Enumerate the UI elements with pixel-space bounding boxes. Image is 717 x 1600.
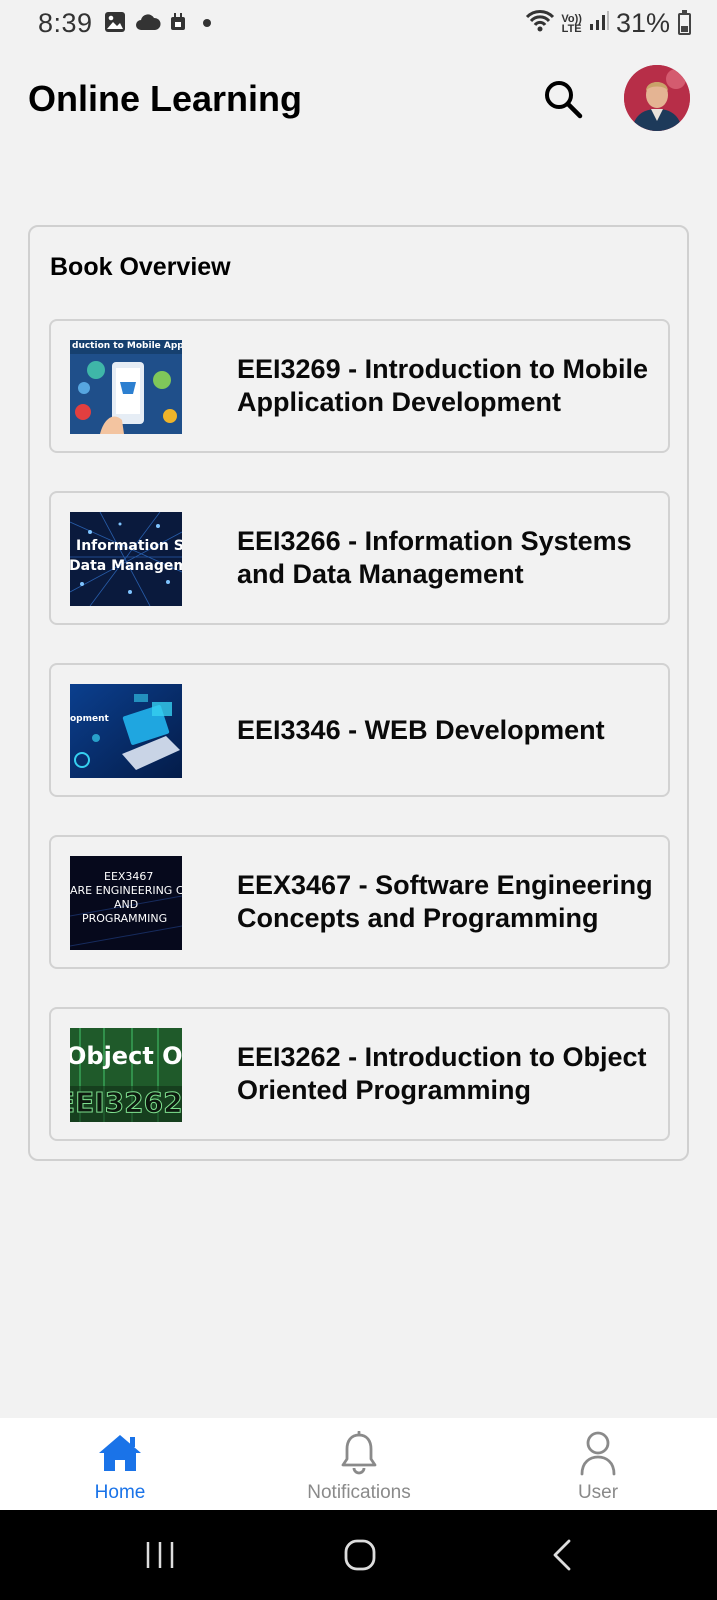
status-right-icons: Vo)) LTE 31% [525,8,691,39]
book-thumbnail: opment [70,684,182,778]
status-left-icons [104,11,215,38]
book-overview-card: Book Overview duction to Mobile App EEI3… [28,225,689,1161]
search-icon [545,81,583,119]
nav-label-notifications: Notifications [307,1482,411,1503]
wifi-icon [525,8,555,39]
battery-percent: 31% [615,8,670,38]
book-title: EEI3269 - Introduction to Mobile Applica… [237,354,649,417]
page-title: Online Learning [28,78,303,119]
signal-icon [588,10,610,37]
bell-icon [339,1430,379,1476]
thumbnail-text-line2: ARE ENGINEERING CO [70,884,182,897]
nav-item-notifications[interactable]: Notifications [269,1418,449,1510]
book-thumbnail: EEX3467 ARE ENGINEERING CO AND PROGRAMMI… [70,856,182,950]
nav-label-user: User [577,1482,619,1503]
system-home-button[interactable] [330,1535,390,1575]
home-icon [97,1430,143,1476]
volte-icon: Vo)) LTE [561,12,582,35]
thumbnail-text-line1: Information Sy [76,538,182,554]
status-bar: 8:39 Vo)) LTE 31% [0,0,717,48]
recents-icon [146,1542,174,1568]
book-overview-title: Book Overview [50,253,231,281]
volte-top-label: Vo)) [561,12,582,25]
cloud-icon [135,13,161,36]
nav-label-home: Home [94,1482,146,1503]
avatar[interactable] [624,65,690,131]
system-nav-bar [0,1510,717,1600]
status-time: 8:39 [38,8,93,38]
dot-icon [195,13,215,36]
recents-button[interactable] [130,1535,190,1575]
thumbnail-text-line2: EEI3262 [70,1086,182,1120]
nav-item-user[interactable]: User [508,1418,688,1510]
user-icon [578,1430,618,1476]
back-button[interactable] [532,1535,592,1575]
app-header: Online Learning [0,60,717,140]
image-icon [104,11,126,38]
thumbnail-text-line3: AND [114,898,139,911]
book-title: EEI3262 - Introduction to Object Oriente… [237,1042,647,1105]
back-icon [553,1539,571,1571]
nav-item-home[interactable]: Home [30,1418,210,1510]
thumbnail-text-line2: Data Manageme [70,558,182,574]
battery-icon [678,9,691,35]
volte-bottom-label: LTE [561,22,582,35]
book-list: duction to Mobile Applicati EEI3269 - In… [49,319,670,1179]
book-item-eei3266[interactable]: Information Sy Data Manageme EEI3266 - I… [49,491,670,625]
search-button[interactable] [540,76,586,122]
book-title: EEI3346 - WEB Development [237,714,605,745]
thumbnail-text: opment [70,714,109,724]
book-item-eex3467[interactable]: EEX3467 ARE ENGINEERING CO AND PROGRAMMI… [49,835,670,969]
book-thumbnail: duction to Mobile Applicati [70,340,182,434]
book-item-eei3346[interactable]: opment EEI3346 - WEB Development [49,663,670,797]
thumbnail-text-line1: EEX3467 [104,870,154,883]
thumbnail-text-line1: Object Or [70,1042,182,1070]
book-item-eei3269[interactable]: duction to Mobile Applicati EEI3269 - In… [49,319,670,453]
bottom-nav: Home Notifications User [0,1418,717,1510]
thumbnail-text-line4: PROGRAMMING [82,912,168,925]
book-title: EEI3266 - Information Systems and Data M… [237,526,632,589]
thumbnail-text: duction to Mobile Applicati [72,341,182,351]
home-circle-icon [344,1539,376,1571]
book-thumbnail: Object Or EEI3262 [70,1028,182,1122]
book-title: EEX3467 - Software Engineering Concepts … [237,870,653,933]
book-thumbnail: Information Sy Data Manageme [70,512,182,606]
book-item-eei3262[interactable]: Object Or EEI3262 EEI3262 - Introduction… [49,1007,670,1141]
calendar-icon [170,13,186,36]
